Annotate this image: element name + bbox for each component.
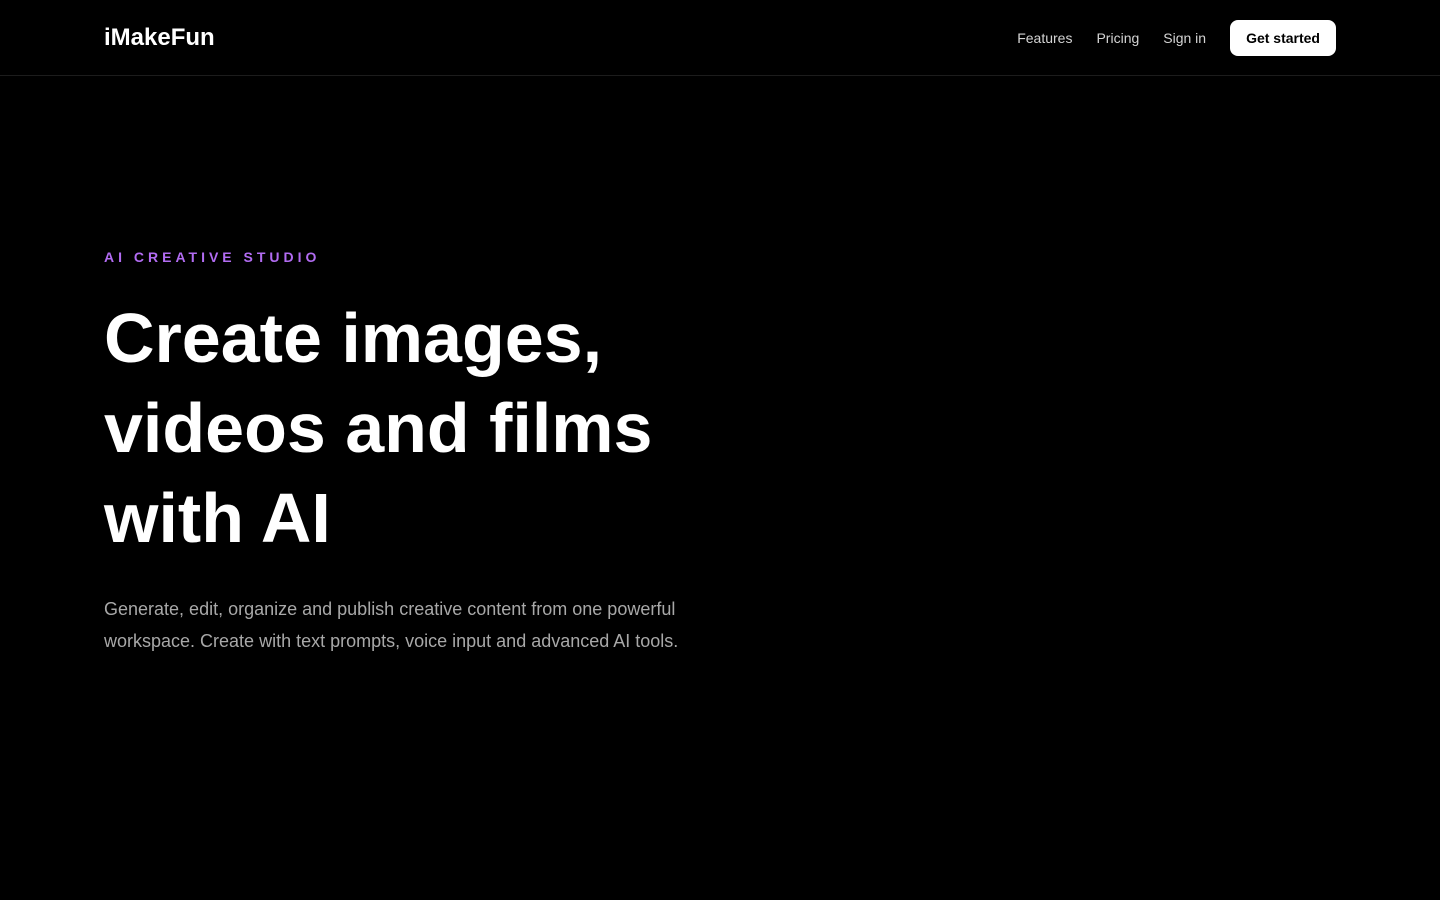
- hero-headline-line: videos and films: [104, 389, 653, 467]
- top-navigation: Features Pricing Sign in Get started: [1017, 20, 1336, 56]
- hero-description-line: Generate, edit, organize and publish cre…: [104, 599, 676, 619]
- hero-headline: Create images, videos and films with AI: [104, 293, 804, 563]
- brand-logo[interactable]: iMakeFun: [104, 24, 215, 52]
- nav-link-pricing[interactable]: Pricing: [1096, 30, 1139, 46]
- hero-headline-line: with AI: [104, 479, 331, 557]
- hero-headline-line: Create images,: [104, 299, 603, 377]
- site-header: iMakeFun Features Pricing Sign in Get st…: [0, 0, 1440, 76]
- nav-link-sign-in[interactable]: Sign in: [1163, 30, 1206, 46]
- nav-link-features[interactable]: Features: [1017, 30, 1072, 46]
- hero-eyebrow: AI CREATIVE STUDIO: [104, 249, 321, 265]
- get-started-button[interactable]: Get started: [1230, 20, 1336, 56]
- hero-section: AI CREATIVE STUDIO Create images, videos…: [104, 249, 804, 657]
- landing-page: iMakeFun Features Pricing Sign in Get st…: [0, 0, 1440, 900]
- hero-description: Generate, edit, organize and publish cre…: [104, 593, 724, 657]
- hero-description-line: workspace. Create with text prompts, voi…: [104, 631, 679, 651]
